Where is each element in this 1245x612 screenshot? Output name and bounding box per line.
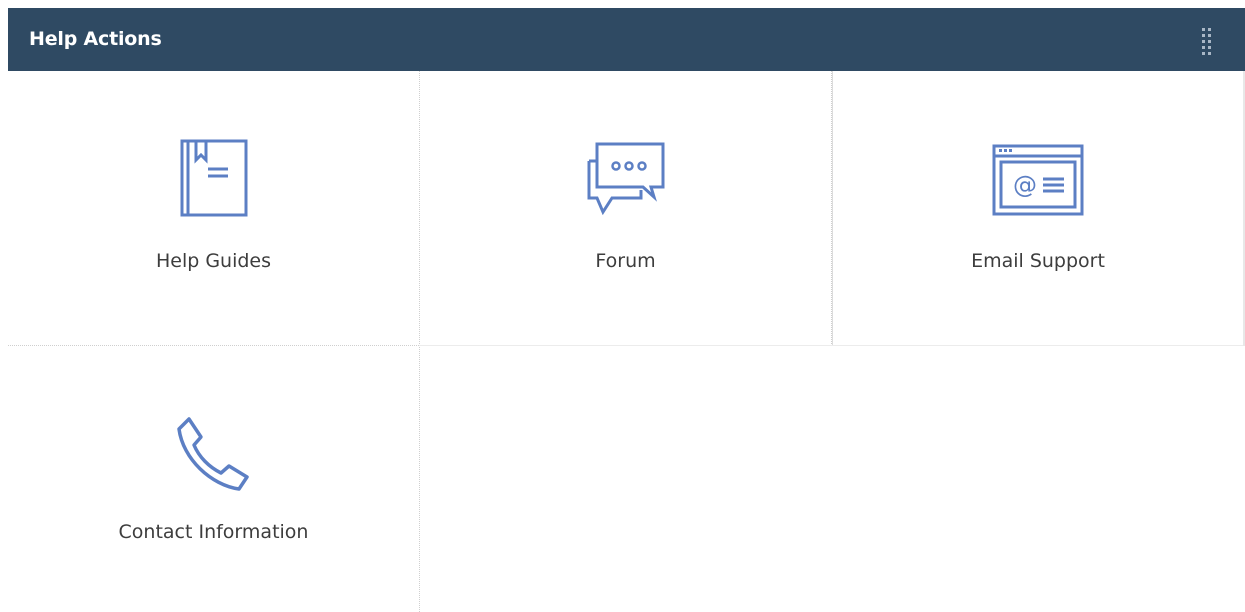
tile-label: Help Guides [155, 250, 272, 272]
help-actions-widget: Help Actions Help Guides Forum @ Email S… [0, 0, 1245, 612]
widget-header: Help Actions [8, 8, 1245, 71]
forum-tile[interactable]: Forum [420, 71, 831, 345]
help-guides-tile[interactable]: Help Guides [8, 71, 419, 345]
tile-label: Contact Information [118, 521, 309, 543]
email-support-tile[interactable]: @ Email Support [833, 71, 1243, 345]
contact-information-tile[interactable]: Contact Information [8, 346, 419, 612]
svg-text:@: @ [1013, 171, 1037, 199]
book-icon [179, 138, 249, 218]
grid-divider [419, 345, 1245, 346]
tile-label: Email Support [971, 250, 1105, 272]
email-window-icon: @ [992, 144, 1084, 216]
widget-title: Help Actions [29, 28, 162, 50]
chat-bubbles-icon [585, 141, 667, 216]
grip-dots-icon[interactable] [1200, 26, 1214, 56]
phone-icon [175, 415, 253, 493]
tile-label: Forum [595, 250, 656, 272]
